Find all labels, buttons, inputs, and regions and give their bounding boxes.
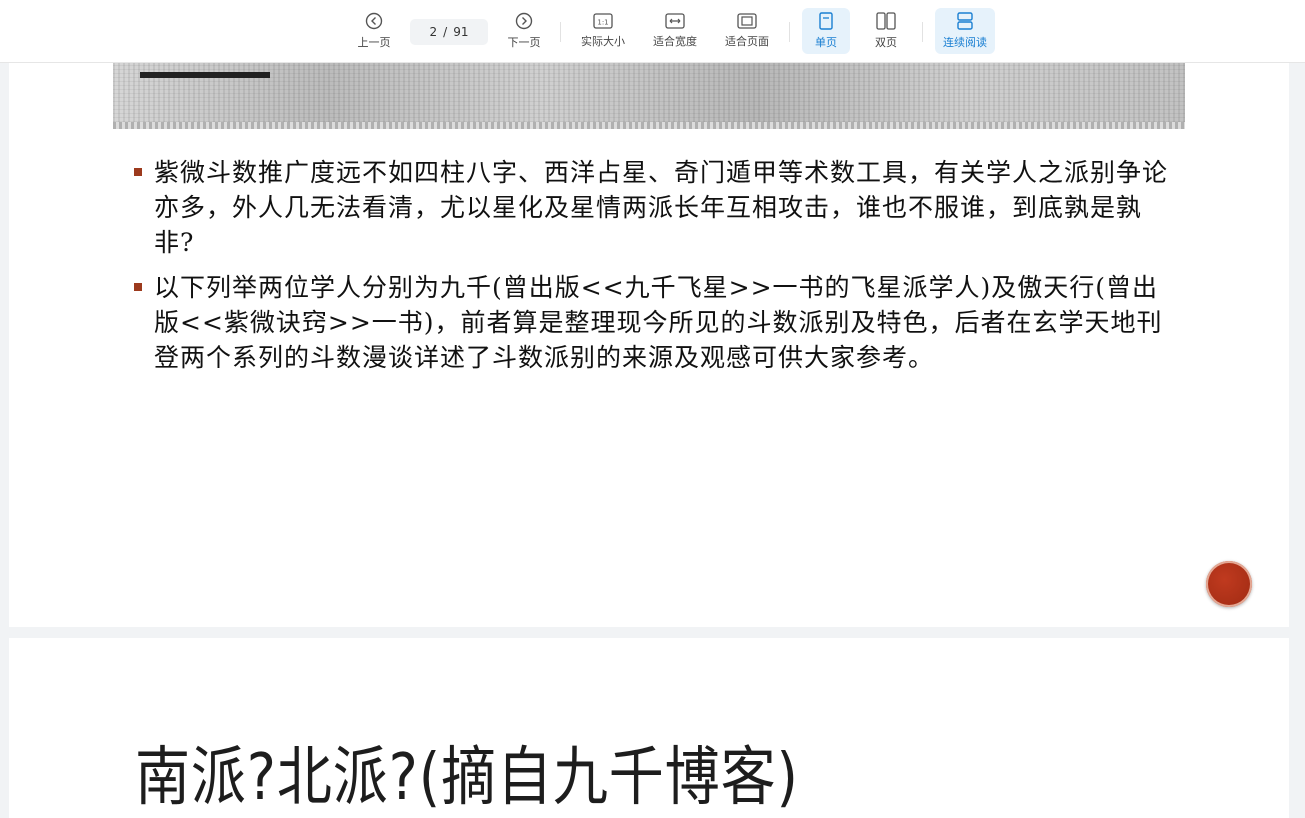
bullet-text: 以下列举两位学人分别为九千(曾出版<<九千飞星>>一书的飞星派学人)及傲天行(曾… bbox=[154, 273, 1163, 372]
prev-page-label: 上一页 bbox=[357, 36, 391, 49]
slide-badge-icon bbox=[1206, 561, 1252, 607]
fit-page-button[interactable]: 适合页面 bbox=[719, 8, 775, 54]
fit-page-icon bbox=[737, 13, 757, 29]
actual-size-label: 实际大小 bbox=[581, 35, 625, 48]
header-divider bbox=[113, 122, 1185, 129]
page-title: 南派?北派?(摘自九千博客) bbox=[135, 741, 799, 815]
bullet-marker bbox=[134, 283, 142, 291]
fit-width-button[interactable]: 适合宽度 bbox=[647, 8, 703, 54]
single-page-label: 单页 bbox=[815, 36, 837, 49]
page-current[interactable]: 2 bbox=[430, 25, 438, 39]
bullet-item: 紫微斗数推广度远不如四柱八字、西洋占星、奇门遁甲等术数工具，有关学人之派别争论亦… bbox=[130, 155, 1170, 260]
fit-width-label: 适合宽度 bbox=[653, 35, 697, 48]
next-page-label: 下一页 bbox=[507, 36, 541, 49]
fit-width-icon bbox=[665, 13, 685, 29]
continuous-reading-button[interactable]: 连续阅读 bbox=[935, 8, 995, 54]
slide-title-fragment bbox=[140, 62, 270, 78]
bullet-list: 紫微斗数推广度远不如四柱八字、西洋占星、奇门遁甲等术数工具，有关学人之派别争论亦… bbox=[130, 155, 1170, 385]
chevron-right-icon bbox=[515, 12, 533, 30]
double-page-label: 双页 bbox=[875, 36, 897, 49]
viewer-toolbar: 上一页 2 / 91 下一页 1:1 实际大小 适合宽度 适合页面 单页 双页 … bbox=[0, 0, 1305, 63]
svg-text:1:1: 1:1 bbox=[597, 19, 608, 27]
double-page-icon bbox=[876, 12, 896, 30]
actual-size-icon: 1:1 bbox=[593, 13, 613, 29]
continuous-reading-icon bbox=[957, 12, 973, 30]
page-separator: / bbox=[443, 25, 448, 39]
single-page-icon bbox=[819, 12, 833, 30]
slide-header-texture bbox=[113, 62, 1185, 122]
actual-size-button[interactable]: 1:1 实际大小 bbox=[575, 8, 631, 54]
bullet-item: 以下列举两位学人分别为九千(曾出版<<九千飞星>>一书的飞星派学人)及傲天行(曾… bbox=[130, 270, 1170, 375]
prev-page-button[interactable]: 上一页 bbox=[350, 8, 398, 54]
single-page-button[interactable]: 单页 bbox=[802, 8, 850, 54]
fit-page-label: 适合页面 bbox=[725, 35, 769, 48]
next-page-button[interactable]: 下一页 bbox=[500, 8, 548, 54]
chevron-left-icon bbox=[365, 12, 383, 30]
double-page-button[interactable]: 双页 bbox=[862, 8, 910, 54]
toolbar-divider bbox=[789, 22, 790, 42]
bullet-text: 紫微斗数推广度远不如四柱八字、西洋占星、奇门遁甲等术数工具，有关学人之派别争论亦… bbox=[154, 158, 1169, 257]
toolbar-divider bbox=[922, 22, 923, 42]
toolbar-divider bbox=[560, 22, 561, 42]
page-indicator[interactable]: 2 / 91 bbox=[410, 19, 488, 45]
continuous-reading-label: 连续阅读 bbox=[943, 36, 987, 49]
bullet-marker bbox=[134, 168, 142, 176]
page-total: 91 bbox=[453, 25, 469, 39]
